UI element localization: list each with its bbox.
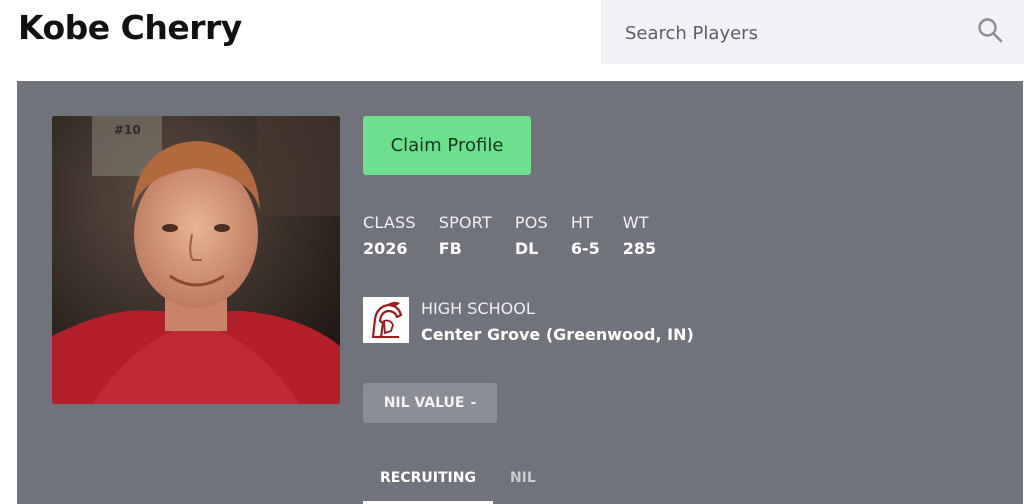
nil-value-amount: - bbox=[470, 395, 477, 411]
player-name: Kobe Cherry bbox=[18, 8, 242, 47]
profile-tabs: RECRUITING NIL bbox=[363, 462, 553, 504]
stat-value: 2026 bbox=[363, 239, 408, 258]
nil-value-button[interactable]: NIL VALUE - bbox=[363, 383, 497, 423]
player-photo: #10 bbox=[52, 116, 340, 404]
school-name[interactable]: Center Grove (Greenwood, IN) bbox=[421, 325, 694, 344]
search-box[interactable] bbox=[601, 0, 1024, 64]
stat-height: HT 6-5 bbox=[571, 213, 600, 258]
stat-sport: SPORT FB bbox=[439, 213, 492, 258]
claim-profile-button[interactable]: Claim Profile bbox=[363, 116, 531, 175]
stat-value: 6-5 bbox=[570, 239, 600, 258]
stat-position: POS DL bbox=[515, 213, 548, 258]
player-stats: CLASS 2026 SPORT FB POS DL HT 6-5 WT 285 bbox=[363, 213, 679, 258]
stat-class: CLASS 2026 bbox=[363, 213, 416, 258]
stat-value: FB bbox=[438, 239, 462, 258]
stat-label: POS bbox=[514, 213, 548, 232]
stat-label: CLASS bbox=[363, 213, 416, 232]
search-icon[interactable] bbox=[976, 16, 1004, 44]
stat-value: 285 bbox=[622, 239, 657, 258]
search-input[interactable] bbox=[625, 20, 945, 46]
nil-value-label: NIL VALUE bbox=[383, 395, 465, 411]
stat-label: WT bbox=[622, 213, 649, 232]
tab-recruiting[interactable]: RECRUITING bbox=[363, 462, 493, 504]
tab-nil[interactable]: NIL bbox=[493, 462, 553, 504]
page-header: Kobe Cherry bbox=[0, 0, 1024, 80]
stat-weight: WT 285 bbox=[623, 213, 656, 258]
stat-value: DL bbox=[514, 239, 539, 258]
stat-label: SPORT bbox=[438, 213, 492, 232]
trojan-helmet-icon[interactable] bbox=[363, 297, 409, 343]
school-label: HIGH SCHOOL bbox=[421, 299, 535, 318]
stat-label: HT bbox=[570, 213, 594, 232]
svg-text:#10: #10 bbox=[114, 123, 141, 137]
